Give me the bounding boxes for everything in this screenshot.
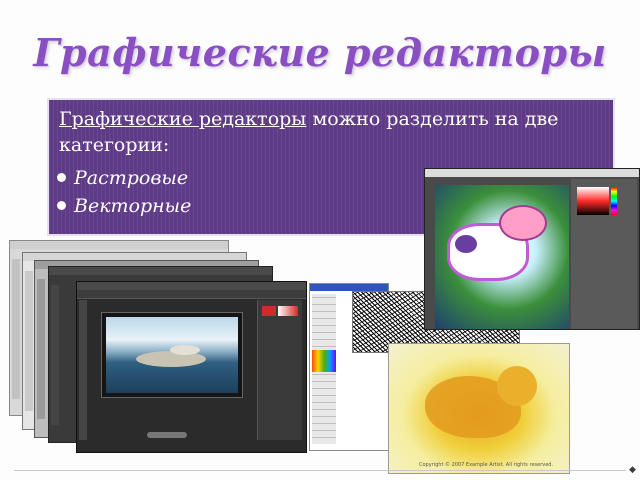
menu-bar xyxy=(10,241,228,249)
color-picker xyxy=(577,187,609,215)
menu-bar xyxy=(49,267,272,275)
intro-link[interactable]: Графические редакторы xyxy=(59,108,306,130)
toolbox xyxy=(25,271,33,411)
color-gradient xyxy=(278,306,298,316)
hue-strip xyxy=(611,187,617,215)
title-bar xyxy=(310,284,388,291)
bullet-icon xyxy=(57,200,66,210)
footer-divider xyxy=(14,470,626,471)
bullet-icon xyxy=(57,172,66,182)
category-list: Растровые Векторные xyxy=(57,164,191,220)
bullet-item-vector: Векторные xyxy=(57,192,191,220)
document-canvas xyxy=(101,312,243,398)
photoshop-screenshot xyxy=(76,281,307,453)
cow-illustration-screenshot xyxy=(424,168,640,330)
menu-bar xyxy=(425,169,639,177)
toolbox xyxy=(37,279,45,419)
cow-face xyxy=(499,205,547,241)
slide: Графические редакторы Графические редакт… xyxy=(0,0,640,480)
harbor-photo xyxy=(106,317,238,393)
panels-column xyxy=(257,300,302,440)
cow-spot xyxy=(455,235,477,253)
toolbox xyxy=(51,285,59,425)
elephant-head xyxy=(497,366,537,406)
color-swatch xyxy=(262,306,276,316)
island-shape xyxy=(170,345,200,355)
footer-diamond-icon: ◆ xyxy=(629,465,636,475)
bullet-label: Растровые xyxy=(74,167,189,189)
menu-bar xyxy=(77,282,306,290)
intro-text: Графические редакторы можно разделить на… xyxy=(59,106,599,158)
options-bar xyxy=(77,290,306,299)
elephant-painting-screenshot: Copyright © 2007 Example Artist. All rig… xyxy=(388,343,570,474)
toolbox xyxy=(12,259,20,399)
panels-column xyxy=(571,179,637,329)
toolbox xyxy=(79,300,87,440)
bullet-label: Векторные xyxy=(74,195,192,217)
image-credit: Copyright © 2007 Example Artist. All rig… xyxy=(419,462,554,468)
status-bar xyxy=(147,432,187,438)
slide-title: Графические редакторы xyxy=(33,30,607,75)
color-palette xyxy=(312,350,336,372)
bullet-item-raster: Растровые xyxy=(57,164,191,192)
